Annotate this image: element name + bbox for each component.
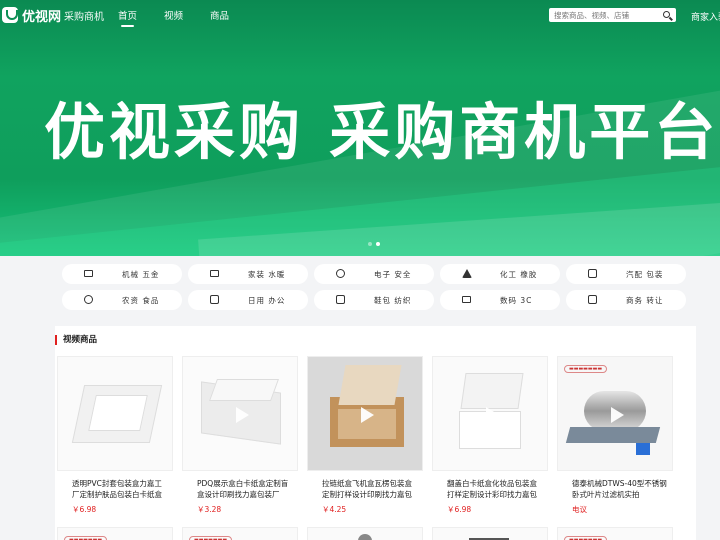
search-box xyxy=(549,8,676,22)
category-business[interactable]: 商务 转让 xyxy=(566,290,686,310)
category-label: 农资 食品 xyxy=(122,295,160,305)
play-icon xyxy=(608,407,624,423)
category-machinery[interactable]: 机械 五金 xyxy=(62,264,182,284)
category-electronics[interactable]: 电子 安全 xyxy=(314,264,434,284)
category-label: 家装 水暖 xyxy=(248,269,286,279)
product-card[interactable]: PDQ展示盒白卡纸盒定制盲盒设计印刷找力嘉包装厂 ￥3.28 xyxy=(182,356,298,515)
play-icon xyxy=(233,407,249,423)
product-image xyxy=(636,443,650,455)
product-card[interactable]: 翻盖白卡纸盒化妆品包装盒打样定制设计彩印找力嘉包装工厂 ￥6.98 xyxy=(432,356,548,515)
carousel-dot-2[interactable] xyxy=(376,242,380,246)
product-name: 德泰机械DTWS-40型不锈钢卧式叶片过滤机实拍 xyxy=(572,479,667,499)
product-thumbnail[interactable]: ▬▬▬▬▬▬▬ xyxy=(557,527,673,540)
apple-icon xyxy=(84,295,93,304)
product-image xyxy=(460,373,524,409)
product-card[interactable]: 透明PVC封套包装盒力嘉工厂定制护肤品包装白卡纸盒 ￥6.98 xyxy=(57,356,173,515)
product-thumbnail[interactable] xyxy=(432,527,548,540)
product-card[interactable]: ▬▬▬▬▬▬▬ xyxy=(557,527,673,540)
product-card[interactable]: ▬▬▬▬▬▬▬ 德泰机械DTWS-40型不锈钢卧式叶片过滤机实拍 电议 xyxy=(557,356,673,515)
logo-icon xyxy=(2,7,18,23)
category-grid: 机械 五金 家装 水暖 电子 安全 化工 橡胶 汽配 包装 农资 食品 日用 办… xyxy=(62,264,690,310)
category-daily[interactable]: 日用 办公 xyxy=(188,290,308,310)
banner-title: 优视采购 采购商机平台 xyxy=(44,97,720,168)
product-thumbnail[interactable] xyxy=(307,356,423,471)
product-list-row-2: ▬▬▬▬▬▬▬ ▬▬▬▬▬▬▬ ▬▬▬▬▬▬▬ xyxy=(57,527,682,540)
carousel-dots xyxy=(368,242,384,246)
product-price: ￥4.25 xyxy=(322,505,347,514)
product-price: 电议 xyxy=(572,505,587,514)
chip-icon xyxy=(336,269,345,278)
company-stamp: ▬▬▬▬▬▬▬ xyxy=(564,365,608,373)
product-name: 拉链纸盒飞机盒瓦楞包装盒定制打样设计印刷找力嘉包装厂家 xyxy=(322,479,412,499)
section-title: 视频商品 xyxy=(55,335,97,345)
product-card[interactable] xyxy=(307,527,423,540)
product-price: ￥6.98 xyxy=(72,505,97,514)
nav-products[interactable]: 商品 xyxy=(210,2,229,28)
product-thumbnail[interactable] xyxy=(57,356,173,471)
product-card[interactable] xyxy=(432,527,548,540)
product-list: 透明PVC封套包装盒力嘉工厂定制护肤品包装白卡纸盒 ￥6.98 PDQ展示盒白卡… xyxy=(57,356,682,515)
product-thumbnail[interactable]: ▬▬▬▬▬▬▬ xyxy=(557,356,673,471)
product-image xyxy=(338,365,402,405)
product-card[interactable]: ▬▬▬▬▬▬▬ xyxy=(182,527,298,540)
play-icon xyxy=(483,407,499,423)
category-agri[interactable]: 农资 食品 xyxy=(62,290,182,310)
product-card[interactable]: ▬▬▬▬▬▬▬ xyxy=(57,527,173,540)
product-image xyxy=(565,427,661,443)
category-label: 数码 3C xyxy=(500,295,533,305)
category-auto[interactable]: 汽配 包装 xyxy=(566,264,686,284)
nav-video[interactable]: 视频 xyxy=(164,2,183,28)
play-icon xyxy=(358,407,374,423)
laptop-icon xyxy=(462,296,471,303)
category-textile[interactable]: 鞋包 纺织 xyxy=(314,290,434,310)
top-header: 优视网 采购商机 首页 视频 商品 商家入驻 xyxy=(0,0,720,30)
product-price: ￥3.28 xyxy=(197,505,222,514)
play-icon xyxy=(108,407,124,423)
company-stamp: ▬▬▬▬▬▬▬ xyxy=(564,536,608,540)
product-thumbnail[interactable] xyxy=(307,527,423,540)
main-nav: 首页 视频 商品 xyxy=(118,2,256,28)
company-stamp: ▬▬▬▬▬▬▬ xyxy=(64,536,108,540)
box-icon xyxy=(588,269,597,278)
product-thumbnail[interactable]: ▬▬▬▬▬▬▬ xyxy=(182,527,298,540)
hero-banner[interactable]: 优视采购 采购商机平台 xyxy=(0,0,720,256)
logo-text: 优视网 xyxy=(22,9,62,25)
product-thumbnail[interactable]: ▬▬▬▬▬▬▬ xyxy=(57,527,173,540)
product-card[interactable]: 拉链纸盒飞机盒瓦楞包装盒定制打样设计印刷找力嘉包装厂家 ￥4.25 xyxy=(307,356,423,515)
cup-icon xyxy=(210,295,219,304)
category-label: 机械 五金 xyxy=(122,269,160,279)
category-label: 商务 转让 xyxy=(626,295,664,305)
category-home[interactable]: 家装 水暖 xyxy=(188,264,308,284)
paint-roller-icon xyxy=(84,270,93,277)
nav-home[interactable]: 首页 xyxy=(118,2,137,28)
product-price: ￥6.98 xyxy=(447,505,472,514)
flask-icon xyxy=(462,269,472,278)
category-label: 电子 安全 xyxy=(374,269,412,279)
briefcase-icon xyxy=(588,295,597,304)
paint-brush-icon xyxy=(210,270,219,277)
search-icon[interactable] xyxy=(663,11,670,18)
product-image xyxy=(358,534,372,540)
video-products-panel: 视频商品 透明PVC封套包装盒力嘉工厂定制护肤品包装白卡纸盒 ￥6.98 PDQ… xyxy=(55,326,696,540)
logo-subtitle: 采购商机 xyxy=(64,11,105,23)
category-label: 日用 办公 xyxy=(248,295,286,305)
category-label: 汽配 包装 xyxy=(626,269,664,279)
company-stamp: ▬▬▬▬▬▬▬ xyxy=(189,536,233,540)
search-input[interactable] xyxy=(549,10,654,20)
product-thumbnail[interactable] xyxy=(432,356,548,471)
product-image xyxy=(208,379,280,401)
merchant-join-link[interactable]: 商家入驻 xyxy=(691,10,720,23)
category-label: 化工 橡胶 xyxy=(500,269,538,279)
shirt-icon xyxy=(336,295,345,304)
carousel-dot-1[interactable] xyxy=(368,242,372,246)
category-digital[interactable]: 数码 3C xyxy=(440,290,560,310)
category-label: 鞋包 纺织 xyxy=(374,295,412,305)
site-logo[interactable]: 优视网 采购商机 xyxy=(2,6,104,25)
product-name: 翻盖白卡纸盒化妆品包装盒打样定制设计彩印找力嘉包装工厂 xyxy=(447,479,537,499)
product-name: PDQ展示盒白卡纸盒定制盲盒设计印刷找力嘉包装厂 xyxy=(197,479,289,499)
product-thumbnail[interactable] xyxy=(182,356,298,471)
category-chemical[interactable]: 化工 橡胶 xyxy=(440,264,560,284)
product-name: 透明PVC封套包装盒力嘉工厂定制护肤品包装白卡纸盒 xyxy=(72,479,162,499)
